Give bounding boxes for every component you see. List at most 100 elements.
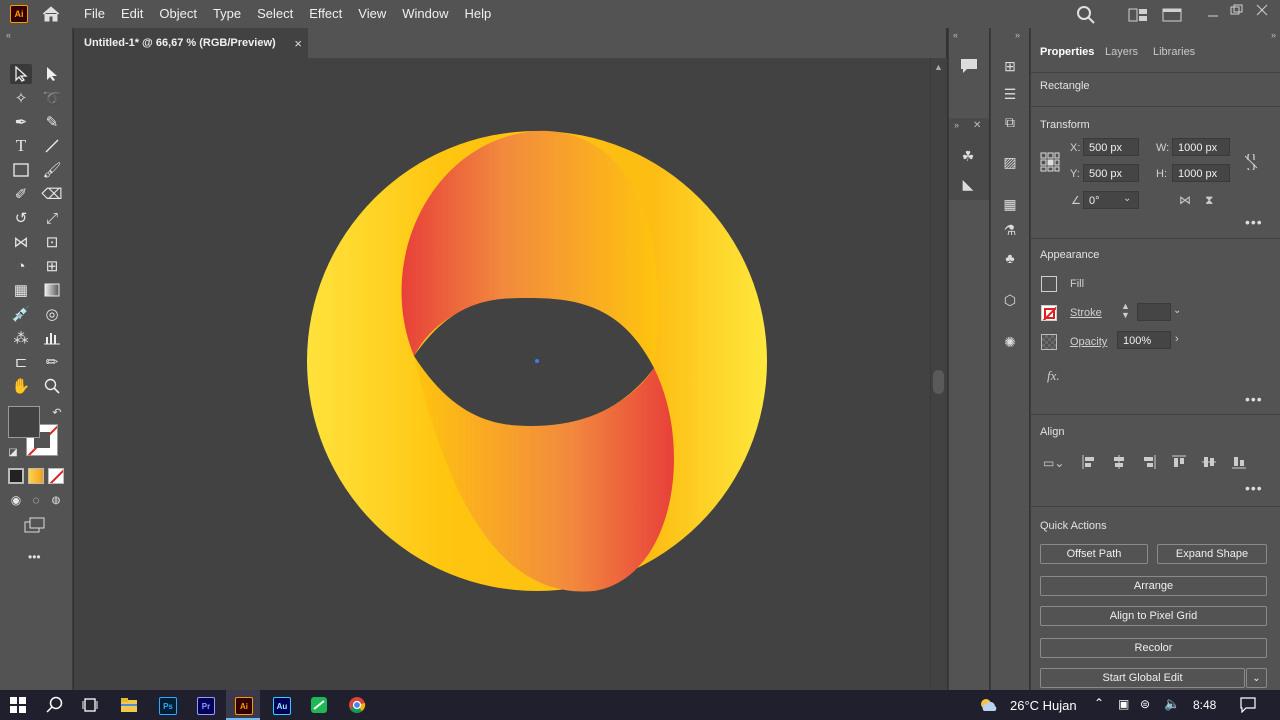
appearance-more-options-icon[interactable]: ••• (1245, 391, 1263, 407)
collapse-strip-icon[interactable]: » (1015, 30, 1020, 40)
shaper-tool-icon[interactable]: ✐ (10, 184, 32, 204)
pen-tool-icon[interactable]: ✒ (10, 112, 32, 132)
brushes-icon[interactable]: ⚗ (999, 220, 1021, 240)
taskbar-chrome-icon[interactable] (348, 696, 366, 717)
column-graph-tool-icon[interactable] (41, 328, 63, 348)
align-right-icon[interactable] (1141, 454, 1157, 473)
comments-icon[interactable] (958, 56, 980, 76)
recolor-button[interactable]: Recolor (1040, 638, 1267, 658)
minimize-icon[interactable] (1206, 6, 1222, 18)
stroke-color-swatch[interactable] (1041, 305, 1057, 321)
flip-horizontal-icon[interactable]: ⋈ (1179, 193, 1191, 207)
height-input[interactable]: 1000 px (1172, 164, 1230, 182)
symbol-sprayer-tool-icon[interactable]: ⁂ (10, 328, 32, 348)
eyedropper-tool-icon[interactable]: 💉 (10, 304, 32, 324)
draw-normal-icon[interactable]: ◉ (5, 490, 27, 510)
restore-icon[interactable] (1230, 4, 1244, 19)
shape-builder-tool-icon[interactable]: ◔ (10, 256, 32, 276)
width-tool-icon[interactable]: ⋈ (10, 232, 32, 252)
home-icon[interactable] (40, 4, 62, 24)
gradient-panel-icon[interactable]: ▨ (999, 152, 1021, 172)
scrollbar-thumb[interactable] (933, 370, 944, 394)
pathfinder-icon[interactable]: ⧉ (999, 112, 1021, 132)
rotate-tool-icon[interactable]: ↺ (10, 208, 32, 228)
free-transform-tool-icon[interactable]: ⊡ (41, 232, 63, 252)
appearance-panel-icon[interactable]: ✺ (999, 332, 1021, 352)
offset-path-button[interactable]: Offset Path (1040, 544, 1148, 564)
transform-more-options-icon[interactable]: ••• (1245, 214, 1263, 230)
direct-selection-tool-icon[interactable] (41, 64, 63, 84)
canvas[interactable] (74, 58, 936, 690)
default-fill-stroke-icon[interactable]: ◪ (2, 442, 24, 462)
menu-object[interactable]: Object (151, 0, 205, 28)
fill-swatch[interactable] (8, 406, 40, 438)
vertical-scrollbar[interactable]: ▲ (930, 58, 947, 690)
align-more-options-icon[interactable]: ••• (1245, 480, 1263, 496)
artwork[interactable] (74, 58, 936, 690)
line-tool-icon[interactable] (41, 136, 63, 156)
color-mode-icon[interactable] (8, 468, 24, 484)
image-trace-icon[interactable]: ◣ (957, 174, 979, 194)
scale-tool-icon[interactable]: ⤢ (41, 208, 63, 228)
workspace-icon[interactable] (1162, 8, 1182, 25)
rectangle-tool-icon[interactable] (10, 160, 32, 180)
menu-view[interactable]: View (350, 0, 394, 28)
gradient-tool-icon[interactable] (41, 280, 63, 300)
network-icon[interactable]: ⊜ (1140, 697, 1150, 711)
tab-libraries[interactable]: Libraries (1153, 46, 1195, 58)
expand-panels-icon[interactable]: « (953, 30, 958, 40)
taskbar-audition-icon[interactable]: Au (273, 697, 291, 715)
align-panel-icon[interactable]: ☰ (999, 84, 1021, 104)
menu-effect[interactable]: Effect (301, 0, 350, 28)
constrain-proportions-icon[interactable] (1243, 152, 1259, 173)
taskbar-illustrator-icon[interactable]: Ai (235, 697, 253, 715)
transform-panel-icon[interactable]: ⊞ (999, 56, 1021, 76)
curvature-tool-icon[interactable]: ✎ (41, 112, 63, 132)
zoom-tool-icon[interactable] (41, 376, 63, 396)
align-top-icon[interactable] (1171, 454, 1187, 473)
3d-materials-icon[interactable]: ⬡ (999, 290, 1021, 310)
menu-type[interactable]: Type (205, 0, 249, 28)
stroke-weight-input[interactable] (1137, 303, 1171, 321)
start-global-edit-button[interactable]: Start Global Edit (1040, 668, 1245, 688)
app-logo[interactable]: Ai (10, 5, 28, 23)
none-mode-icon[interactable] (48, 468, 64, 484)
stroke-label[interactable]: Stroke (1070, 307, 1102, 319)
document-tab[interactable]: Untitled-1* @ 66,67 % (RGB/Preview) × (74, 28, 308, 58)
paintbrush-tool-icon[interactable]: 🖌 (41, 160, 63, 180)
notifications-icon[interactable] (1240, 697, 1256, 716)
reference-point-icon[interactable] (1040, 152, 1060, 175)
effects-fx-icon[interactable]: fx. (1047, 368, 1060, 384)
taskbar-app-green-icon[interactable] (310, 696, 328, 717)
volume-icon[interactable]: 🔈 (1164, 696, 1180, 712)
taskbar-search-icon[interactable] (46, 696, 64, 717)
screen-mode-icon[interactable] (24, 515, 46, 535)
show-hidden-icons-icon[interactable]: ⌃ (1094, 696, 1104, 710)
align-to-selection-icon[interactable]: ▭⌄ (1043, 456, 1064, 470)
weather-icon[interactable] (978, 696, 1000, 717)
hand-tool-icon[interactable]: ✋ (10, 376, 32, 396)
collapse-floating-icon[interactable]: » (954, 120, 959, 130)
perspective-grid-tool-icon[interactable]: ⊞ (41, 256, 63, 276)
slice-tool-icon[interactable]: ✏ (41, 352, 63, 372)
arrange-button[interactable]: Arrange (1040, 576, 1267, 596)
selection-tool-icon[interactable] (10, 64, 32, 84)
mesh-tool-icon[interactable]: ▦ (10, 280, 32, 300)
global-edit-dropdown-icon[interactable]: ⌄ (1246, 668, 1267, 688)
magic-wand-icon[interactable]: ✧ (10, 88, 32, 108)
close-floating-icon[interactable]: ✕ (973, 120, 981, 131)
swatches-icon[interactable]: ▦ (999, 194, 1021, 214)
align-center-h-icon[interactable] (1111, 454, 1127, 473)
menu-help[interactable]: Help (456, 0, 499, 28)
close-window-icon[interactable] (1256, 4, 1268, 19)
opacity-input[interactable]: 100% (1117, 331, 1171, 349)
tab-layers[interactable]: Layers (1105, 46, 1138, 58)
lasso-tool-icon[interactable]: ➰ (41, 88, 63, 108)
brush-library-icon[interactable]: ☘ (957, 146, 979, 166)
fill-color-swatch[interactable] (1041, 276, 1057, 292)
weather-text[interactable]: 26°C Hujan (1010, 698, 1077, 713)
opacity-label[interactable]: Opacity (1070, 336, 1107, 348)
menu-window[interactable]: Window (394, 0, 456, 28)
arrange-documents-icon[interactable] (1128, 8, 1148, 25)
align-center-v-icon[interactable] (1201, 454, 1217, 473)
